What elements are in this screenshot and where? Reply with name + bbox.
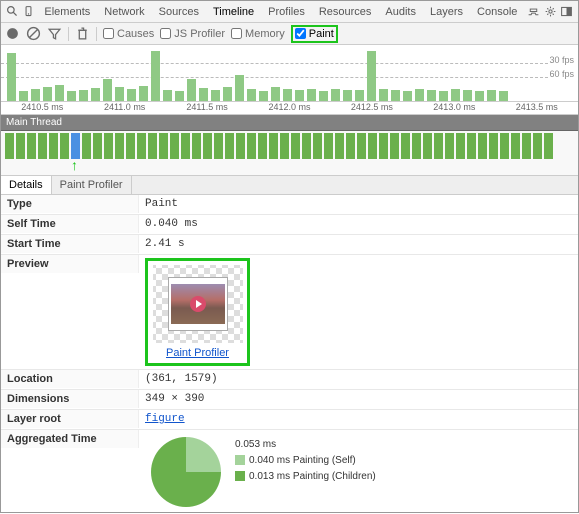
jsprofiler-label: JS Profiler <box>174 28 225 40</box>
separator <box>68 27 69 41</box>
layerroot-link[interactable]: figure <box>145 413 185 425</box>
search-icon[interactable] <box>5 4 20 20</box>
dock-icon[interactable] <box>559 4 574 20</box>
agg-children: 0.013 ms Painting (Children) <box>235 469 376 485</box>
memory-label: Memory <box>245 28 285 40</box>
paint-checkbox-highlight: Paint <box>291 25 338 43</box>
device-icon[interactable] <box>21 4 36 20</box>
fps-30-label: 30 fps <box>549 53 574 67</box>
dimensions-key: Dimensions <box>1 390 139 408</box>
causes-label: Causes <box>117 28 154 40</box>
type-key: Type <box>1 195 139 213</box>
starttime-value: 2.41 s <box>139 235 578 253</box>
devtools-topbar: Elements Network Sources Timeline Profil… <box>1 1 578 23</box>
axis-tick: 2410.5 ms <box>1 102 83 114</box>
tab-timeline[interactable]: Timeline <box>206 3 261 20</box>
location-key: Location <box>1 370 139 388</box>
paint-profiler-link[interactable]: Paint Profiler <box>166 347 229 359</box>
aggregated-key: Aggregated Time <box>1 430 139 448</box>
selection-arrow-icon: ↑ <box>71 157 78 173</box>
axis-tick: 2413.0 ms <box>413 102 495 114</box>
selftime-key: Self Time <box>1 215 139 233</box>
tab-network[interactable]: Network <box>97 3 151 20</box>
axis-tick: 2412.0 ms <box>248 102 330 114</box>
mainthread-header: Main Thread <box>1 115 578 131</box>
clear-icon[interactable] <box>26 26 41 41</box>
mainthread-pane[interactable]: ↑ <box>1 131 578 176</box>
paint-checkbox[interactable]: Paint <box>295 28 334 40</box>
aggregated-pie-chart <box>151 437 221 507</box>
timeline-toolbar: Causes JS Profiler Memory Paint <box>1 23 578 45</box>
tab-audits[interactable]: Audits <box>378 3 423 20</box>
axis-tick: 2412.5 ms <box>331 102 413 114</box>
memory-checkbox[interactable]: Memory <box>231 28 285 40</box>
tab-resources[interactable]: Resources <box>312 3 379 20</box>
overview-pane[interactable]: 30 fps 60 fps 2410.5 ms 2411.0 ms 2411.5… <box>1 45 578 115</box>
overview-axis: 2410.5 ms 2411.0 ms 2411.5 ms 2412.0 ms … <box>1 101 578 114</box>
gear-icon[interactable] <box>543 4 558 20</box>
record-icon[interactable] <box>5 26 20 41</box>
tab-sources[interactable]: Sources <box>152 3 206 20</box>
overview-bars <box>7 51 543 101</box>
tab-details[interactable]: Details <box>1 176 52 194</box>
separator <box>96 27 97 41</box>
agg-total: 0.053 ms <box>235 437 376 453</box>
tab-profiles[interactable]: Profiles <box>261 3 312 20</box>
play-icon <box>190 296 206 312</box>
tab-console[interactable]: Console <box>470 3 524 20</box>
gc-icon[interactable] <box>75 26 90 41</box>
causes-checkbox[interactable]: Causes <box>103 28 154 40</box>
fps-60-label: 60 fps <box>549 67 574 81</box>
location-value: (361, 1579) <box>139 370 578 388</box>
details-panel: TypePaint Self Time0.040 ms Start Time2.… <box>1 195 578 514</box>
agg-self: 0.040 ms Painting (Self) <box>235 453 376 469</box>
preview-key: Preview <box>1 255 139 273</box>
tab-paint-profiler[interactable]: Paint Profiler <box>52 176 132 194</box>
detail-tabs: Details Paint Profiler <box>1 176 578 195</box>
dimensions-value: 349 × 390 <box>139 390 578 408</box>
axis-tick: 2411.5 ms <box>166 102 248 114</box>
paint-label: Paint <box>309 28 334 40</box>
tab-elements[interactable]: Elements <box>37 3 97 20</box>
preview-highlight: Paint Profiler <box>145 258 250 366</box>
mainthread-bars <box>5 133 574 163</box>
aggregated-legend: 0.053 ms 0.040 ms Painting (Self) 0.013 … <box>235 437 376 507</box>
selftime-value: 0.040 ms <box>139 215 578 233</box>
main-tabs: Elements Network Sources Timeline Profil… <box>37 3 524 20</box>
jsprofiler-checkbox[interactable]: JS Profiler <box>160 28 225 40</box>
filter-icon[interactable] <box>47 26 62 41</box>
drawer-icon[interactable] <box>526 4 541 20</box>
axis-tick: 2411.0 ms <box>83 102 165 114</box>
tab-layers[interactable]: Layers <box>423 3 470 20</box>
type-value: Paint <box>139 195 578 213</box>
starttime-key: Start Time <box>1 235 139 253</box>
preview-thumbnail[interactable] <box>153 265 243 343</box>
axis-tick: 2413.5 ms <box>496 102 578 114</box>
layerroot-key: Layer root <box>1 410 139 428</box>
